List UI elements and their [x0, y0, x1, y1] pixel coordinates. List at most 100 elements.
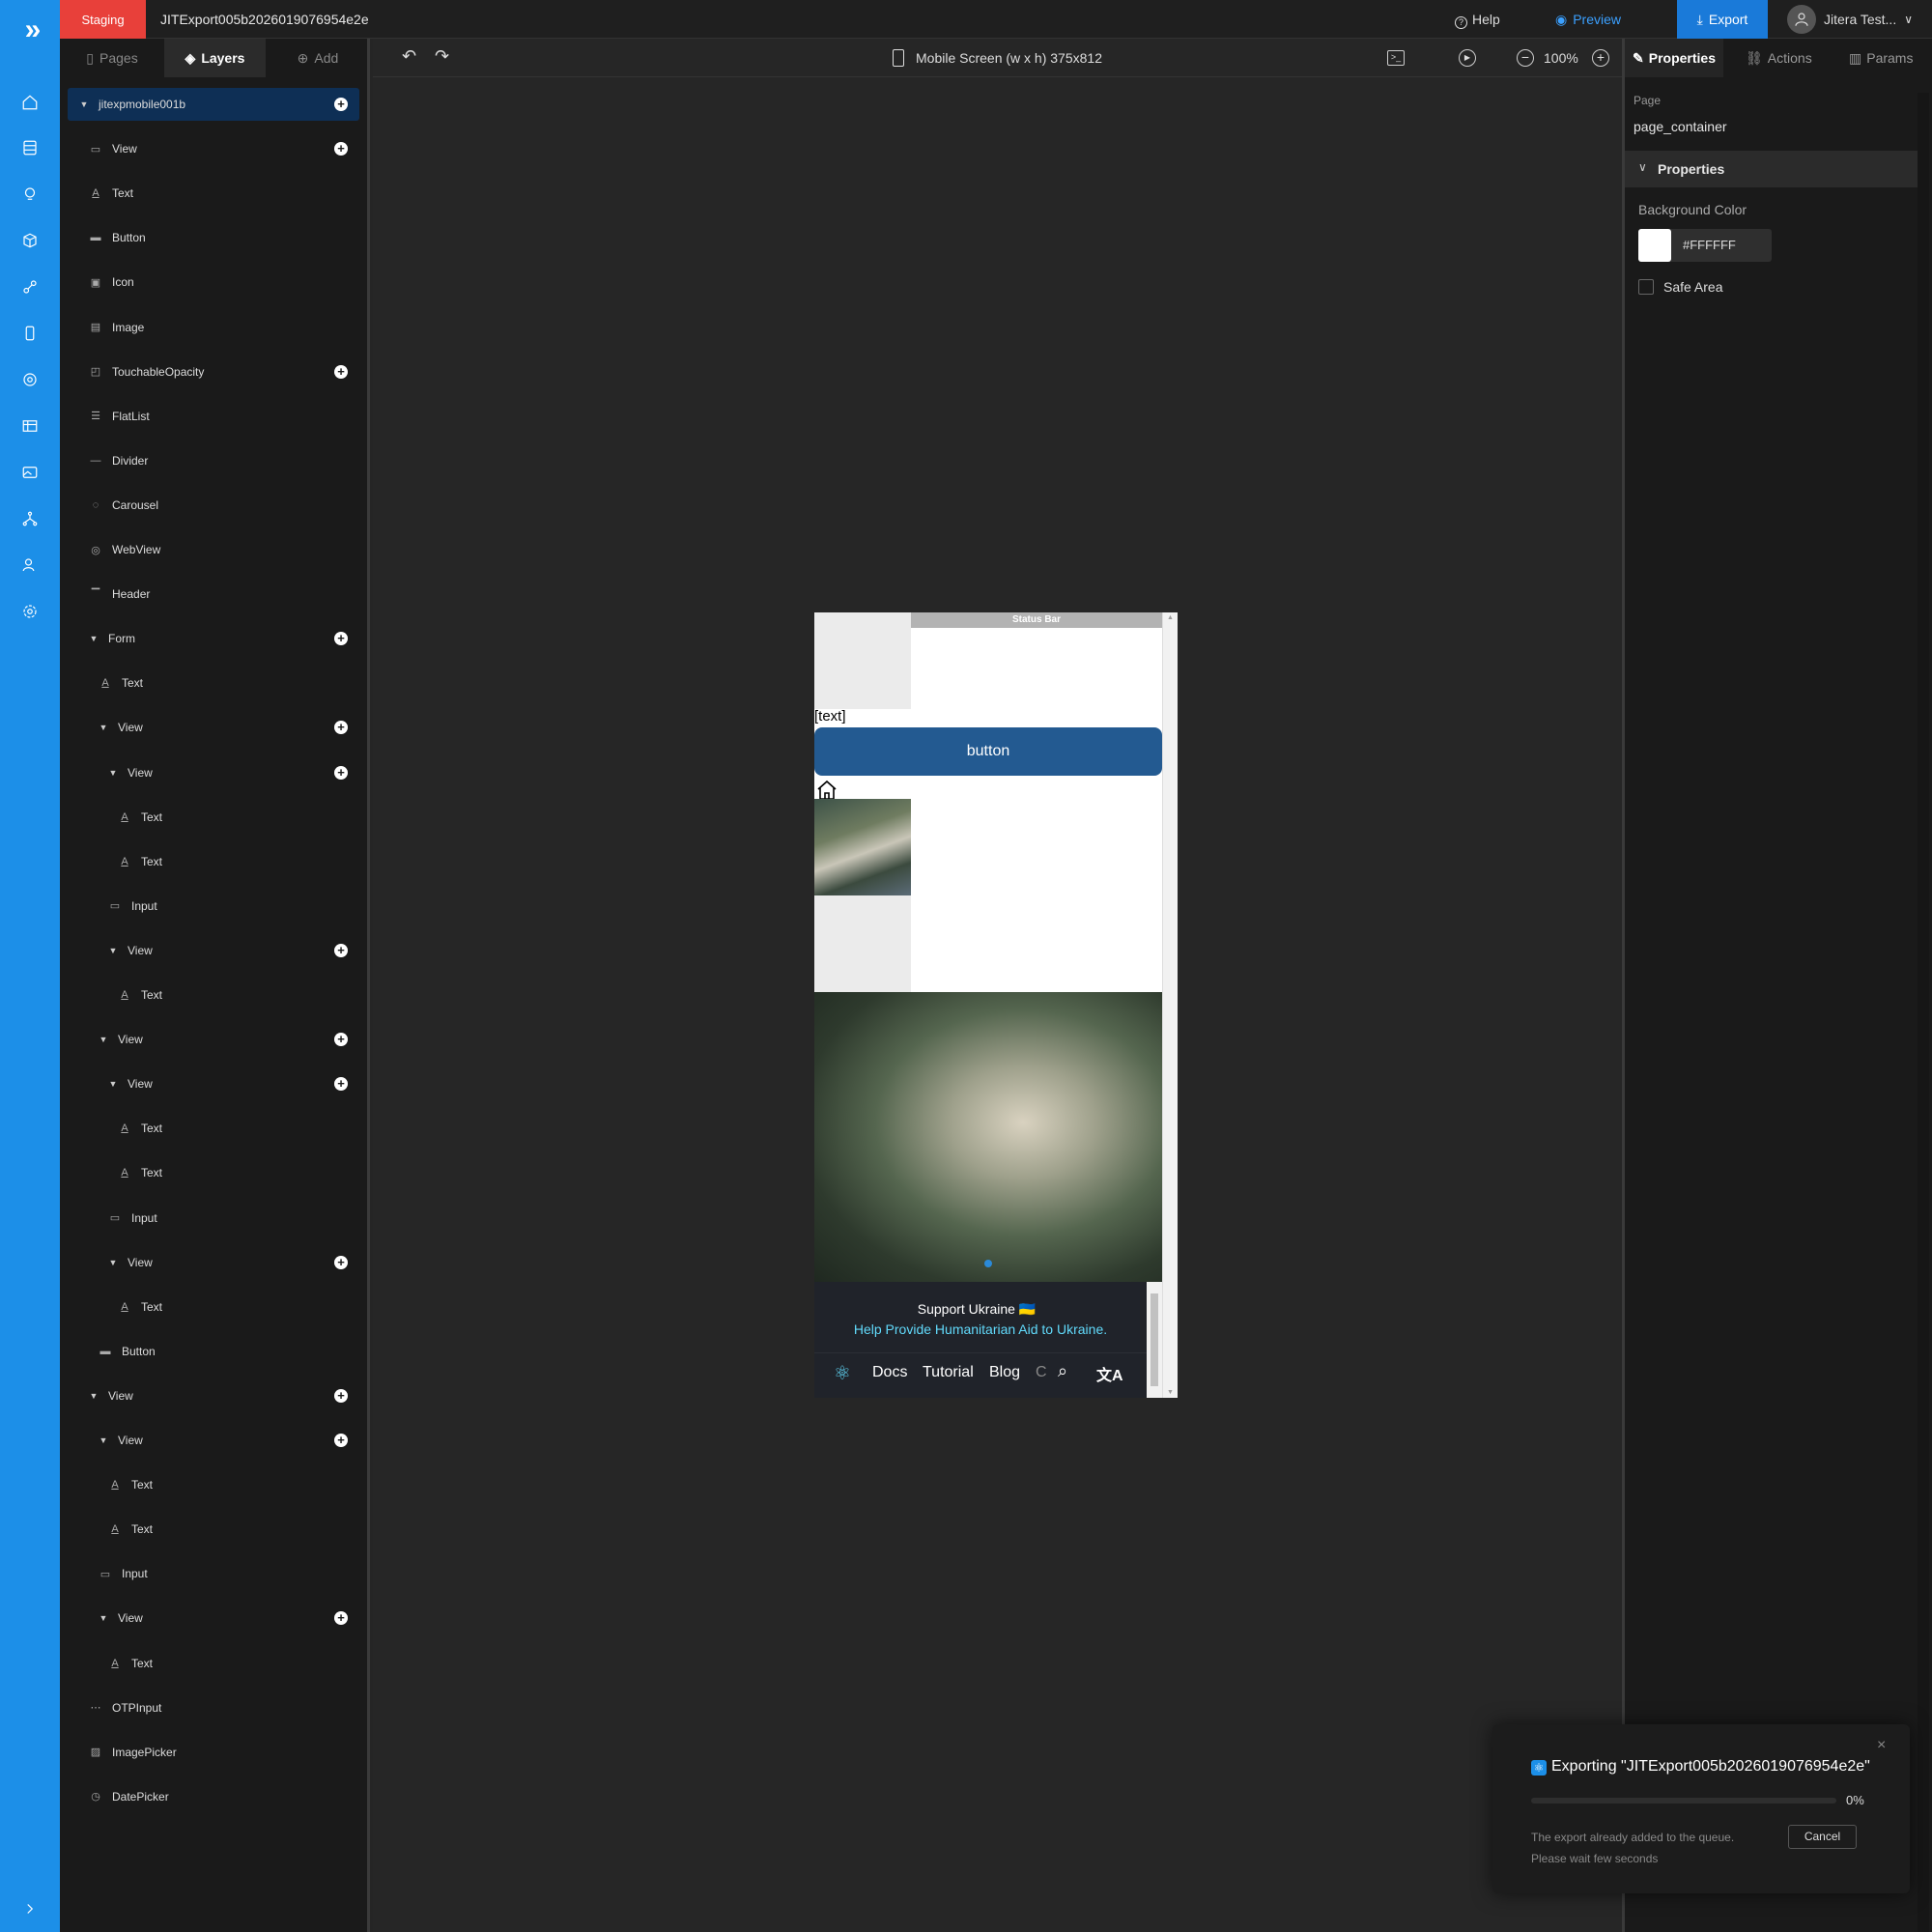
add-child-icon[interactable]: +	[334, 1077, 348, 1092]
nav-docs[interactable]: Docs	[872, 1364, 907, 1381]
phone-scrollbar[interactable]: ▲ ▼	[1162, 612, 1178, 1398]
layer-item[interactable]: ▔ Header	[68, 578, 359, 611]
layer-item[interactable]: ⋯ OTPInput	[68, 1691, 359, 1724]
mobile-icon[interactable]	[18, 322, 42, 345]
lightbulb-icon[interactable]	[18, 183, 42, 206]
layer-item[interactable]: A Text	[68, 845, 359, 878]
layer-item[interactable]: A Text	[68, 1513, 359, 1546]
users-icon[interactable]	[18, 554, 42, 577]
layer-item[interactable]: ▼ View +	[68, 1602, 359, 1634]
caret-down-icon[interactable]: ▼	[108, 1258, 118, 1267]
layer-item[interactable]: ▭ Input	[68, 1202, 359, 1235]
color-swatch[interactable]	[1638, 229, 1671, 262]
layer-item[interactable]: ▤ Image	[68, 311, 359, 344]
layer-item[interactable]: ▼ View +	[68, 934, 359, 967]
caret-down-icon[interactable]: ▼	[99, 1035, 108, 1044]
expand-rail-icon[interactable]	[18, 1897, 42, 1920]
scroll-up-icon[interactable]: ▲	[1167, 614, 1174, 621]
tab-params[interactable]: ▥ Params	[1849, 39, 1913, 77]
export-button[interactable]: ⤓ Export	[1677, 0, 1768, 39]
caret-down-icon[interactable]: ▼	[99, 1613, 108, 1623]
close-icon[interactable]: ×	[1877, 1737, 1886, 1754]
layer-item[interactable]: ◷ DatePicker	[68, 1780, 359, 1813]
zoom-out-icon[interactable]: −	[1517, 49, 1534, 67]
layer-item[interactable]: ◎ WebView	[68, 533, 359, 566]
layer-item[interactable]: ▼ View +	[68, 1023, 359, 1056]
tab-layers[interactable]: ◈ Layers	[164, 39, 266, 77]
terminal-icon[interactable]: >_	[1387, 50, 1405, 66]
layer-item[interactable]: ▭ Input	[68, 890, 359, 923]
api-link-icon[interactable]	[18, 275, 42, 298]
nav-community[interactable]: C	[1036, 1364, 1047, 1381]
zoom-in-icon[interactable]: +	[1592, 49, 1609, 67]
layer-item[interactable]: A Text	[68, 1156, 359, 1189]
cube-icon[interactable]	[18, 229, 42, 252]
help-button[interactable]: ? Help	[1455, 0, 1500, 39]
layer-item[interactable]: ▨ ImagePicker	[68, 1736, 359, 1769]
add-child-icon[interactable]: +	[334, 142, 348, 156]
properties-section-header[interactable]: ∨ Properties	[1625, 151, 1918, 187]
tab-properties[interactable]: ✎ Properties	[1625, 39, 1723, 77]
gear-icon[interactable]	[18, 600, 42, 623]
layer-item[interactable]: A Text	[68, 1647, 359, 1680]
layer-item[interactable]: A Text	[68, 801, 359, 834]
layer-item[interactable]: A Text	[68, 1112, 359, 1145]
caret-down-icon[interactable]: ▼	[89, 634, 99, 643]
layer-item[interactable]: — Divider	[68, 444, 359, 477]
add-child-icon[interactable]: +	[334, 1611, 348, 1626]
add-child-icon[interactable]: +	[334, 632, 348, 646]
tab-pages[interactable]: ▯ Pages	[60, 39, 164, 77]
nav-tutorial[interactable]: Tutorial	[923, 1364, 974, 1381]
layer-item[interactable]: ▼ jitexpmobile001b +	[68, 88, 359, 121]
web-icon[interactable]	[18, 368, 42, 391]
panel-scrollbar[interactable]	[1918, 93, 1929, 1932]
add-child-icon[interactable]: +	[334, 364, 348, 379]
add-child-icon[interactable]: +	[334, 1033, 348, 1047]
add-child-icon[interactable]: +	[334, 1434, 348, 1447]
table-icon[interactable]	[18, 414, 42, 438]
add-child-icon[interactable]: +	[334, 943, 348, 957]
layer-item[interactable]: ▼ Form +	[68, 622, 359, 655]
layer-item[interactable]: ▼ View +	[68, 711, 359, 744]
caret-down-icon[interactable]: ▼	[108, 946, 118, 955]
hierarchy-icon[interactable]	[18, 507, 42, 530]
layer-item[interactable]: A Text	[68, 177, 359, 210]
search-icon[interactable]: ⌕	[1058, 1361, 1067, 1381]
layer-item[interactable]: ◌ Carousel	[68, 489, 359, 522]
caret-down-icon[interactable]: ▼	[79, 99, 89, 109]
layer-item[interactable]: ▭ View +	[68, 132, 359, 165]
mobile-preview[interactable]: Status Bar ▲ ▼ [text] button Support Ukra…	[814, 612, 1178, 1398]
carousel-image[interactable]	[814, 992, 1162, 1282]
database-icon[interactable]	[18, 136, 42, 159]
view-placeholder[interactable]	[814, 612, 911, 709]
caret-down-icon[interactable]: ▼	[108, 1079, 118, 1089]
layer-item[interactable]: ◰ TouchableOpacity +	[68, 355, 359, 388]
layer-item[interactable]: A Text	[68, 979, 359, 1011]
redo-icon[interactable]: ↷	[435, 46, 449, 67]
layer-item[interactable]: ▣ Icon	[68, 266, 359, 298]
user-menu[interactable]: Jitera Test... ∨	[1787, 0, 1913, 39]
layer-item[interactable]: ▼ View +	[68, 1246, 359, 1279]
layer-item[interactable]: ▼ View +	[68, 1424, 359, 1457]
play-icon[interactable]: ▶	[1459, 49, 1476, 67]
layer-item[interactable]: ☰ FlatList	[68, 400, 359, 433]
jitera-logo-icon[interactable]: »	[0, 0, 60, 60]
layer-item[interactable]: A Text	[68, 1291, 359, 1323]
image-settings-icon[interactable]	[18, 461, 42, 484]
add-child-icon[interactable]: +	[334, 765, 348, 780]
scroll-down-icon[interactable]: ▼	[1167, 1389, 1174, 1396]
safe-area-checkbox[interactable]	[1638, 279, 1654, 295]
layer-item[interactable]: A Text	[68, 667, 359, 699]
layer-item[interactable]: ▬ Button	[68, 221, 359, 254]
layer-item[interactable]: ▭ Input	[68, 1557, 359, 1590]
webview-scroll-thumb[interactable]	[1151, 1293, 1158, 1386]
support-link[interactable]: Help Provide Humanitarian Aid to Ukraine…	[814, 1321, 1147, 1337]
caret-down-icon[interactable]: ▼	[89, 1391, 99, 1401]
tab-actions[interactable]: ⛓ Actions	[1746, 39, 1812, 77]
layer-item[interactable]: ▬ Button	[68, 1335, 359, 1368]
preview-button[interactable]: ◉ Preview	[1555, 0, 1621, 39]
carousel-dot[interactable]	[984, 1260, 992, 1267]
caret-down-icon[interactable]: ▼	[99, 1435, 108, 1445]
nav-blog[interactable]: Blog	[989, 1364, 1020, 1381]
cancel-button[interactable]: Cancel	[1788, 1825, 1857, 1849]
